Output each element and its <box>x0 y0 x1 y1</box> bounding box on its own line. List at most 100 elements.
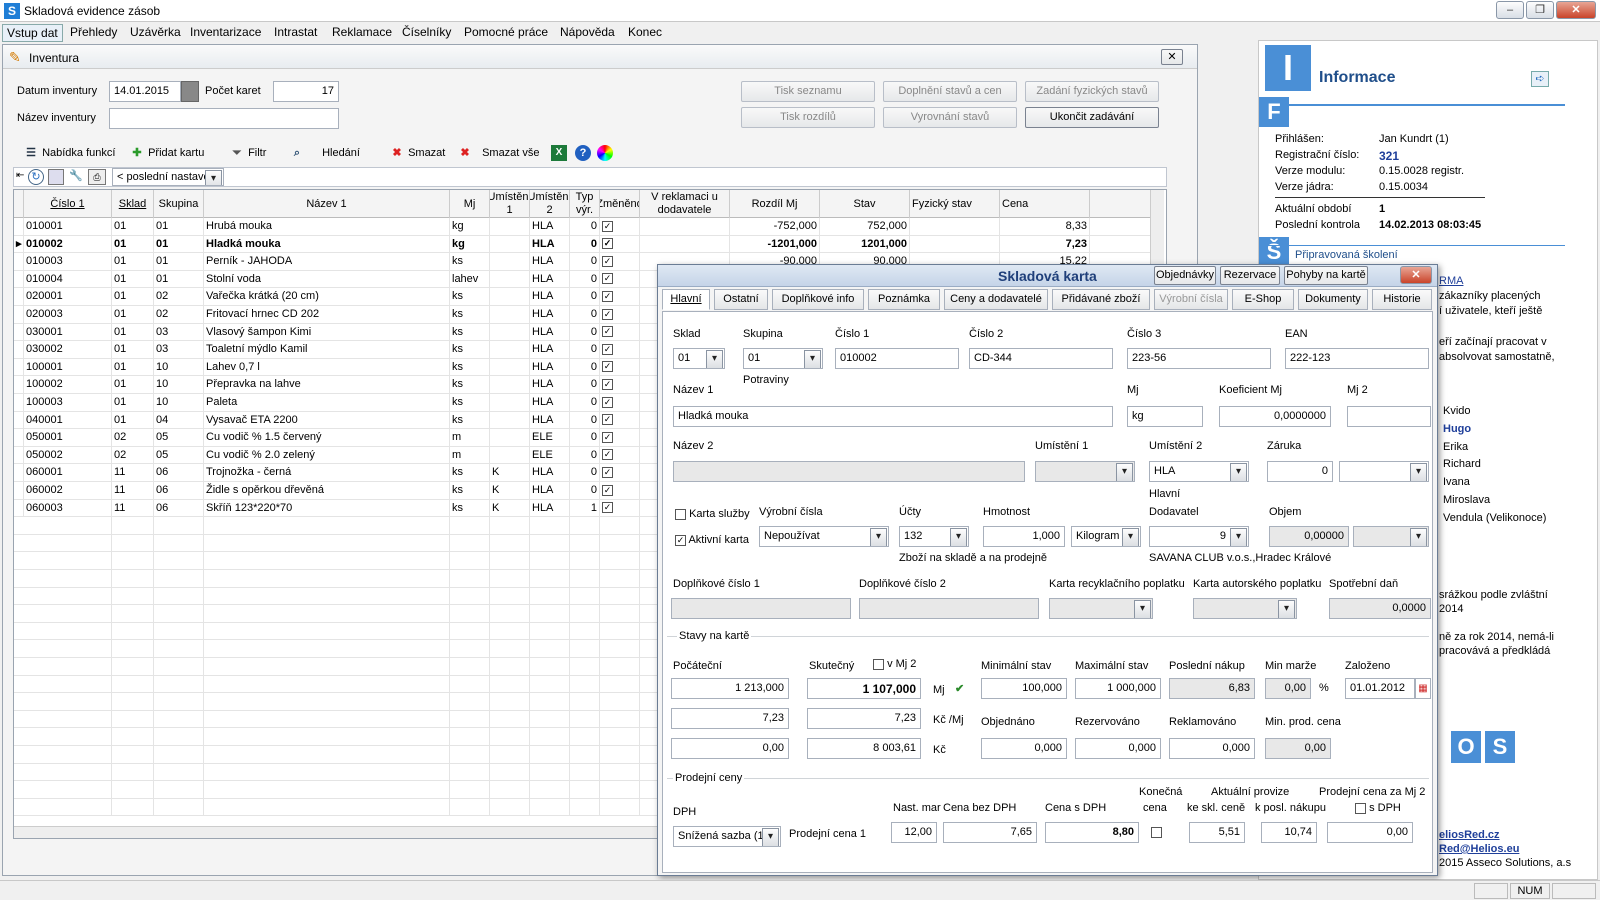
umisteni1-select[interactable] <box>1035 461 1135 482</box>
pocet-input[interactable]: 17 <box>273 81 339 102</box>
panel-expand-icon[interactable]: ➪ <box>1531 71 1549 87</box>
skutecny-mj-input[interactable]: 1 107,000 <box>807 678 921 699</box>
cislo1-input[interactable]: 010002 <box>835 348 959 369</box>
refresh-icon[interactable]: ↻ <box>28 169 44 185</box>
tisk-seznamu-button[interactable]: Tisk seznamu <box>741 81 875 102</box>
col-fyzicky-stav[interactable]: Fyzický stav <box>910 190 1000 218</box>
table-cell[interactable]: ✓ <box>600 429 640 447</box>
zmeneno-checkbox[interactable]: ✓ <box>602 484 613 496</box>
smazat-vse-button[interactable]: ✖ Smazat vše <box>457 145 539 161</box>
aktivni-karta-checkbox[interactable]: ✓ Aktivní karta <box>675 534 749 546</box>
mj-input[interactable]: kg <box>1127 406 1203 427</box>
zmeneno-checkbox[interactable]: ✓ <box>602 343 613 355</box>
ucty-select[interactable]: 132 <box>899 526 969 547</box>
zmeneno-checkbox[interactable]: ✓ <box>602 449 613 461</box>
max-stav-input[interactable]: 1 000,000 <box>1075 678 1161 699</box>
mj2-input[interactable] <box>1347 406 1431 427</box>
tab-vyrobni-cisla[interactable]: Výrobní čísla <box>1154 289 1228 310</box>
zmeneno-checkbox[interactable]: ✓ <box>602 431 613 443</box>
table-cell[interactable]: ✓ <box>600 235 640 254</box>
tab-hlavni[interactable]: Hlavní <box>662 289 710 310</box>
zmeneno-checkbox[interactable]: ✓ <box>602 466 613 478</box>
provize-skl-input[interactable]: 5,51 <box>1189 822 1245 843</box>
tab-pridavane-zbozi[interactable]: Přidávané zboží <box>1052 289 1150 310</box>
email-link[interactable]: Red@Helios.eu <box>1439 843 1519 855</box>
cena-bez-dph-input[interactable]: 7,65 <box>943 822 1037 843</box>
col-rozdil-mj[interactable]: Rozdíl Mj <box>730 190 820 218</box>
umisteni2-select[interactable]: HLA <box>1149 461 1249 482</box>
minimize-icon[interactable]: – <box>1496 1 1524 19</box>
table-cell[interactable]: ✓ <box>600 253 640 271</box>
zalozeno-input[interactable]: 01.01.2012 <box>1345 678 1415 699</box>
tab-poznamka[interactable]: Poznámka <box>868 289 940 310</box>
excel-icon[interactable]: X <box>551 145 567 161</box>
col-cena[interactable]: Cena <box>1000 190 1090 218</box>
rezervovano-input[interactable]: 0,000 <box>1075 738 1161 759</box>
rezervace-button[interactable]: Rezervace <box>1220 266 1280 285</box>
table-cell[interactable]: ✓ <box>600 218 640 236</box>
table-cell[interactable]: ✓ <box>600 341 640 359</box>
col-v-reklamaci[interactable]: V reklamaci u dodavatele <box>640 190 730 218</box>
menu-pomocne-prace[interactable]: Pomocné práce <box>460 24 552 40</box>
hmotnost-unit-select[interactable]: Kilogram <box>1071 526 1141 547</box>
close-icon[interactable]: ✕ <box>1556 1 1596 19</box>
autor-select[interactable] <box>1193 598 1297 619</box>
nazev-inventury-input[interactable] <box>109 108 339 129</box>
wrench-icon[interactable]: 🔧 <box>68 169 84 185</box>
calendar-icon[interactable] <box>181 81 199 102</box>
reklamovano-input[interactable]: 0,000 <box>1169 738 1255 759</box>
zmeneno-checkbox[interactable]: ✓ <box>602 378 613 390</box>
objednavky-button[interactable]: Objednávky <box>1154 266 1216 285</box>
skutecny-kc-input[interactable]: 8 003,61 <box>807 738 921 759</box>
col-mj[interactable]: Mj <box>450 190 490 218</box>
col-zmeneno[interactable]: Změněno <box>600 190 640 218</box>
table-cell[interactable]: ✓ <box>600 499 640 518</box>
table-row[interactable]: 010001 01 01 Hrubá mouka kg HLA 0 ✓ -752,000 752,… <box>14 218 1164 236</box>
menu-inventarizace[interactable]: Inventarizace <box>186 24 265 40</box>
nast-marze-input[interactable]: 12,00 <box>891 822 937 843</box>
pocatecni-kc-input[interactable]: 0,00 <box>671 738 789 759</box>
cislo2-input[interactable]: CD-344 <box>969 348 1113 369</box>
pocatecni-kcmj-input[interactable]: 7,23 <box>671 708 789 729</box>
color-wheel-icon[interactable] <box>597 145 613 161</box>
collapse-icon[interactable]: ⇤ <box>16 170 24 181</box>
provize-posl-input[interactable]: 10,74 <box>1261 822 1317 843</box>
help-icon[interactable]: ? <box>575 145 591 161</box>
table-cell[interactable]: ✓ <box>600 411 640 430</box>
grid-layout-icon[interactable] <box>48 169 64 185</box>
pohyby-na-karte-button[interactable]: Pohyby na kartě <box>1284 266 1368 285</box>
ukoncit-zadavani-button[interactable]: Ukončit zadávání <box>1025 107 1159 128</box>
v-mj2-checkbox[interactable]: v Mj 2 <box>873 658 916 670</box>
setting-select[interactable]: < poslední nastave <box>112 168 224 186</box>
col-stav[interactable]: Stav <box>820 190 910 218</box>
tab-ceny-a-dodavatele[interactable]: Ceny a dodavatelé <box>944 289 1048 310</box>
objem-input[interactable]: 0,00000 <box>1269 526 1349 547</box>
nazev2-input[interactable] <box>673 461 1025 482</box>
table-cell[interactable]: ✓ <box>600 464 640 482</box>
hledani-button[interactable]: ⌕ Hledání <box>289 145 360 161</box>
tab-doplnkove-info[interactable]: Doplňkové info <box>772 289 864 310</box>
koeficient-input[interactable]: 0,0000000 <box>1219 406 1331 427</box>
tab-dokumenty[interactable]: Dokumenty <box>1298 289 1368 310</box>
tab-ostatni[interactable]: Ostatní <box>714 289 768 310</box>
spotreba-input[interactable]: 0,0000 <box>1329 598 1431 619</box>
col-cislo1[interactable]: Číslo 1 <box>24 190 112 218</box>
zmeneno-checkbox[interactable]: ✓ <box>602 414 613 426</box>
zmeneno-checkbox[interactable]: ✓ <box>602 255 613 267</box>
web-link[interactable]: eliosRed.cz <box>1439 829 1500 841</box>
vyrovnani-stavu-button[interactable]: Vyrovnání stavů <box>883 107 1017 128</box>
tisk-rozdilu-button[interactable]: Tisk rozdílů <box>741 107 875 128</box>
datum-input[interactable]: 14.01.2015 <box>109 81 181 102</box>
dopl2-input[interactable] <box>859 598 1039 619</box>
table-cell[interactable]: ✓ <box>600 288 640 306</box>
karta-sluzby-checkbox[interactable]: Karta služby <box>675 508 750 520</box>
dopl1-input[interactable] <box>671 598 851 619</box>
tab-historie[interactable]: Historie <box>1372 289 1432 310</box>
konecna-cena-checkbox[interactable] <box>1151 826 1162 838</box>
posledni-nakup-input[interactable]: 6,83 <box>1169 678 1255 699</box>
zmeneno-checkbox[interactable]: ✓ <box>602 502 613 514</box>
cena-s-dph-input[interactable]: 8,80 <box>1045 822 1139 843</box>
pocatecni-mj-input[interactable]: 1 213,000 <box>671 678 789 699</box>
col-umisteni2[interactable]: Umístění 2 <box>530 190 570 218</box>
dodavatel-select[interactable]: 9 <box>1149 526 1249 547</box>
